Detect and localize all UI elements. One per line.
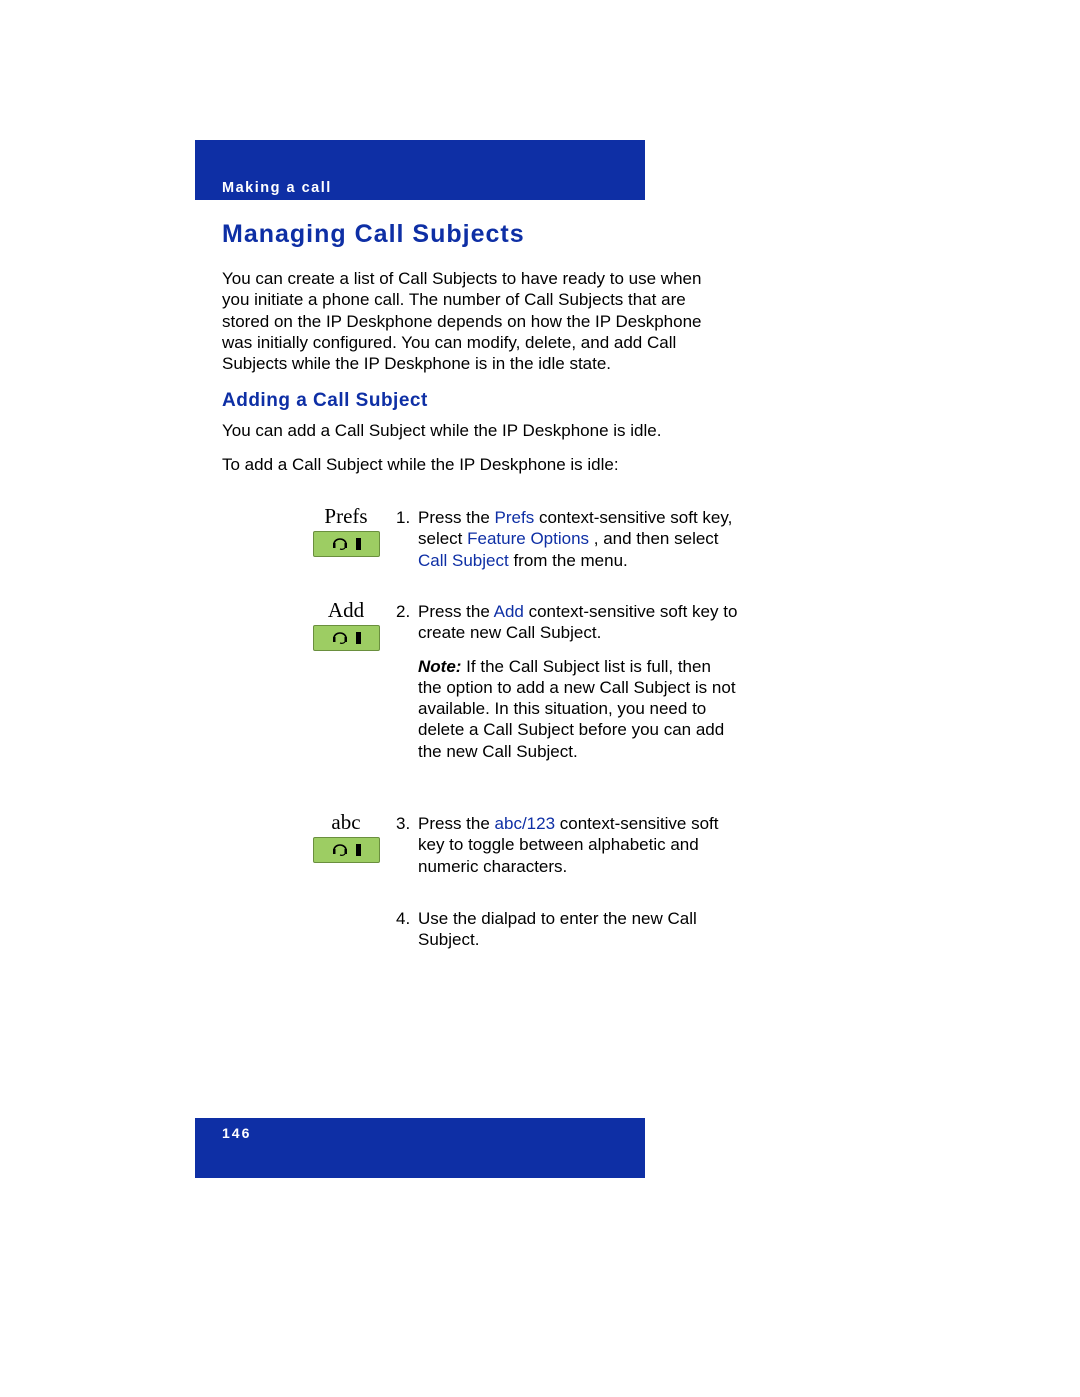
- softkey-abc-group: abc: [298, 810, 394, 863]
- step-4-text: Use the dialpad to enter the new Call Su…: [418, 909, 697, 949]
- headset-icon: [332, 632, 348, 644]
- document-page: Making a call Managing Call Subjects You…: [0, 0, 1080, 1397]
- footer-bar: [195, 1118, 645, 1178]
- step-1-text-a: Press the: [418, 508, 495, 527]
- intro-paragraph: You can create a list of Call Subjects t…: [222, 268, 732, 374]
- sub-paragraph-2: To add a Call Subject while the IP Deskp…: [222, 454, 742, 475]
- softkey-add-button: [313, 625, 380, 651]
- softkey-prefs-button: [313, 531, 380, 557]
- step-3-number: 3.: [396, 813, 410, 834]
- sub-heading: Adding a Call Subject: [222, 390, 428, 412]
- headset-icon: [332, 844, 348, 856]
- note-label: Note:: [418, 657, 461, 676]
- prefs-link: Prefs: [495, 508, 535, 527]
- step-2-text-a: Press the: [418, 602, 494, 621]
- page-title: Managing Call Subjects: [222, 220, 525, 249]
- softkey-abc-button: [313, 837, 380, 863]
- bar-icon: [356, 844, 361, 856]
- softkey-prefs-label: Prefs: [298, 504, 394, 529]
- bar-icon: [356, 538, 361, 550]
- step-2-number: 2.: [396, 601, 410, 622]
- add-link: Add: [494, 602, 524, 621]
- headset-icon: [332, 538, 348, 550]
- softkey-abc-label: abc: [298, 810, 394, 835]
- step-4: 4. Use the dialpad to enter the new Call…: [418, 908, 738, 951]
- step-1-number: 1.: [396, 507, 410, 528]
- softkey-prefs-group: Prefs: [298, 504, 394, 557]
- step-4-number: 4.: [396, 908, 410, 929]
- abc123-link: abc/123: [495, 814, 556, 833]
- page-number: 146: [222, 1125, 251, 1141]
- step-2: 2. Press the Add context-sensitive soft …: [418, 601, 738, 762]
- section-header: Making a call: [222, 180, 332, 196]
- note-text: If the Call Subject list is full, then t…: [418, 657, 736, 761]
- step-1: 1. Press the Prefs context-sensitive sof…: [418, 507, 738, 571]
- call-subject-link: Call Subject: [418, 551, 509, 570]
- feature-options-link: Feature Options: [467, 529, 589, 548]
- step-3-text-a: Press the: [418, 814, 495, 833]
- step-2-note: Note: If the Call Subject list is full, …: [418, 656, 738, 762]
- step-1-text-d: from the menu.: [509, 551, 628, 570]
- bar-icon: [356, 632, 361, 644]
- softkey-add-group: Add: [298, 598, 394, 651]
- step-1-text-c: , and then select: [589, 529, 718, 548]
- step-3: 3. Press the abc/123 context-sensitive s…: [418, 813, 738, 877]
- sub-paragraph-1: You can add a Call Subject while the IP …: [222, 420, 742, 441]
- softkey-add-label: Add: [298, 598, 394, 623]
